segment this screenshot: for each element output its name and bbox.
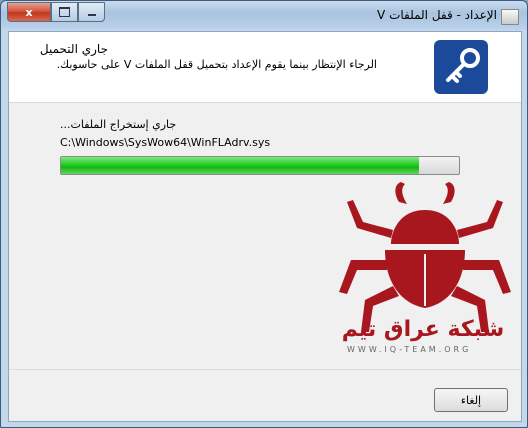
watermark-url: WWW.IQ-TEAM.ORG: [347, 345, 472, 354]
key-icon: [434, 40, 488, 94]
progress-fill: [61, 157, 420, 174]
app-small-icon: [501, 9, 519, 25]
cancel-button[interactable]: إلغاء: [434, 388, 508, 412]
watermark-name: شبكة عراق تيم: [341, 317, 505, 342]
current-file-path: C:\Windows\SysWow64\WinFLAdrv.sys: [60, 136, 271, 149]
title-bar[interactable]: x الإعداد - قفل الملفات V: [1, 1, 527, 31]
window-title: الإعداد - قفل الملفات V: [377, 8, 497, 22]
minimize-icon: [87, 14, 96, 16]
page-title: جاري التحميل: [39, 42, 108, 56]
client-area: جاري التحميل الرجاء الإنتظار بينما يقوم …: [8, 31, 522, 422]
close-button[interactable]: x: [7, 2, 51, 22]
progress-bar: [60, 156, 460, 175]
footer-divider: [9, 369, 521, 370]
header-panel: جاري التحميل الرجاء الإنتظار بينما يقوم …: [9, 32, 521, 103]
minimize-button[interactable]: [78, 2, 105, 22]
status-label: جاري إستخراج الملفات...: [60, 118, 177, 131]
installer-window: x الإعداد - قفل الملفات V جاري التحميل ا…: [0, 0, 528, 428]
page-subtitle: الرجاء الإنتظار بينما يقوم الإعداد بتحمي…: [56, 58, 377, 71]
maximize-button[interactable]: [51, 2, 78, 22]
caption-buttons: x: [7, 2, 105, 22]
maximize-icon: [59, 7, 70, 17]
